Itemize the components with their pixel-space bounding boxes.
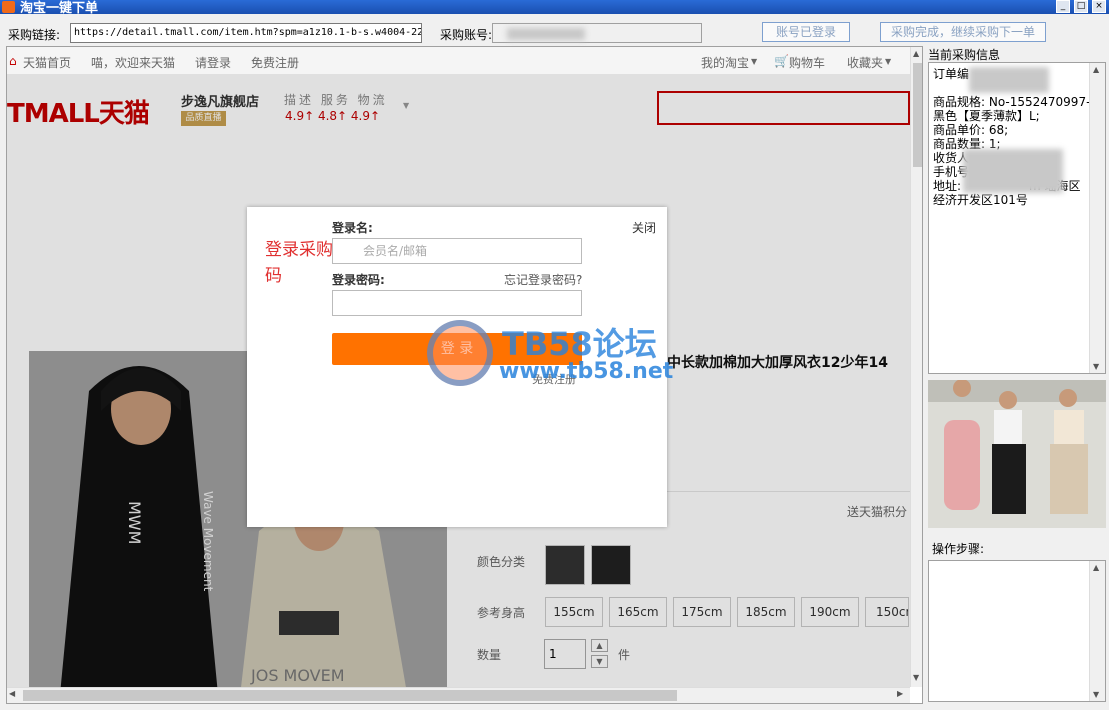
scroll-up-icon[interactable]: ▲	[913, 49, 919, 58]
link-input[interactable]: https://detail.tmall.com/item.htm?spm=a1…	[70, 23, 422, 43]
info-line: 地址:	[933, 179, 962, 193]
info-line: 商品规格: No-1552470997-	[933, 95, 1091, 109]
info-line: 经济开发区101号	[933, 193, 1028, 207]
info-line: 商品单价: 68;	[933, 123, 1009, 137]
scroll-left-icon[interactable]: ◀	[9, 689, 15, 698]
vertical-scrollbar[interactable]: ▲ ▼	[910, 47, 922, 687]
close-button[interactable]: 关闭	[632, 219, 656, 236]
nav-my-taobao[interactable]: 我的淘宝	[701, 54, 749, 71]
username-input[interactable]: 会员名/邮箱	[332, 238, 582, 264]
steps-box[interactable]: ▲ ▼	[928, 560, 1106, 702]
steps-title: 操作步骤:	[932, 542, 985, 556]
nav-favorites[interactable]: 收藏夹	[847, 54, 883, 71]
scroll-up-icon[interactable]: ▲	[1093, 65, 1099, 74]
scroll-right-icon[interactable]: ▶	[897, 689, 903, 698]
scroll-down-icon[interactable]: ▼	[913, 673, 919, 682]
next-order-button[interactable]: 采购完成，继续采购下一单	[880, 22, 1046, 42]
horizontal-scrollbar[interactable]: ◀ ▶	[7, 687, 910, 703]
account-label: 采购账号:	[440, 28, 493, 42]
password-input[interactable]	[332, 290, 582, 316]
steps-scrollbar[interactable]: ▲ ▼	[1089, 561, 1105, 701]
cart-icon: 🛒	[774, 54, 789, 68]
scroll-thumb[interactable]	[23, 690, 677, 701]
scroll-up-icon[interactable]: ▲	[1093, 563, 1099, 572]
thumbnail-photo	[928, 380, 1106, 528]
info-scrollbar[interactable]: ▲ ▼	[1089, 63, 1105, 373]
product-thumbnail	[928, 380, 1106, 528]
chevron-down-icon: ▼	[751, 57, 758, 66]
nav-register[interactable]: 免费注册	[251, 54, 299, 71]
home-icon: ⌂	[9, 54, 17, 68]
scroll-thumb[interactable]	[913, 63, 922, 167]
username-label: 登录名:	[332, 221, 373, 235]
link-label: 采购链接:	[8, 28, 61, 42]
maximize-icon[interactable]: □	[1074, 0, 1088, 13]
chevron-down-icon: ▼	[885, 57, 892, 66]
redacted-address	[963, 149, 1063, 193]
login-modal: 登录采购账号密码 登录名: 关闭 会员名/邮箱 登录密码: 忘记登录密码? 登 …	[247, 207, 673, 527]
tmall-topnav: ⌂ 天猫首页 喵，欢迎来天猫 请登录 免费注册 我的淘宝 ▼ 🛒 购物车 收藏夹…	[7, 47, 910, 75]
nav-login[interactable]: 请登录	[195, 54, 231, 71]
redacted-order	[969, 67, 1049, 93]
info-line: 黑色【夏季薄款】L;	[933, 109, 1040, 123]
nav-home[interactable]: 天猫首页	[23, 54, 71, 71]
redacted-account	[507, 28, 585, 40]
scroll-down-icon[interactable]: ▼	[1093, 690, 1099, 699]
order-info-box[interactable]: 订单编 商品规格: No-1552470997- 黑色【夏季薄款】L; 商品单价…	[928, 62, 1106, 374]
password-label: 登录密码:	[332, 273, 385, 287]
watermark-logo-icon	[427, 320, 493, 386]
title-bar: 淘宝一键下单 _ □ ×	[0, 0, 1109, 16]
minimize-icon[interactable]: _	[1056, 0, 1070, 13]
forgot-password-link[interactable]: 忘记登录密码?	[504, 271, 582, 288]
nav-welcome: 喵，欢迎来天猫	[91, 56, 176, 70]
nav-cart[interactable]: 购物车	[789, 54, 825, 71]
account-input[interactable]	[492, 23, 702, 43]
app-icon	[2, 1, 15, 13]
current-order-title: 当前采购信息	[928, 48, 1001, 62]
close-icon[interactable]: ×	[1092, 0, 1106, 13]
info-line: 订单编	[933, 67, 970, 81]
scroll-down-icon[interactable]: ▼	[1093, 362, 1099, 371]
window-title: 淘宝一键下单	[20, 1, 99, 16]
watermark-url: www.tb58.net	[499, 359, 674, 384]
logged-in-button[interactable]: 账号已登录	[762, 22, 850, 42]
